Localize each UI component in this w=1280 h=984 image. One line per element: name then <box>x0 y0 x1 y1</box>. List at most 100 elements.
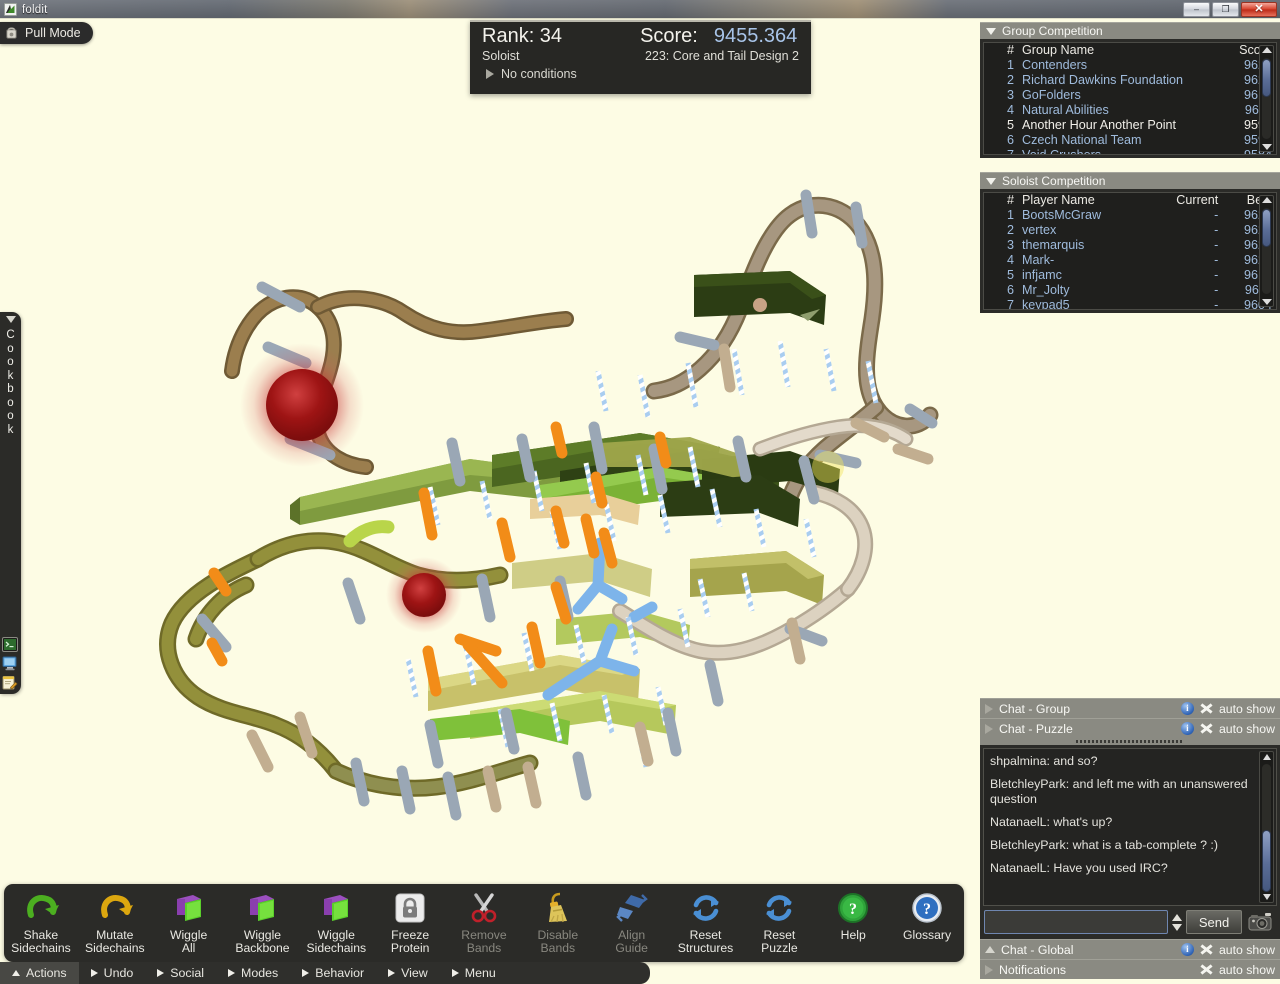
table-row[interactable]: 1Contenders9628 <box>984 58 1276 73</box>
table-row[interactable]: 7keypad5-9604 <box>984 298 1276 310</box>
table-row[interactable]: 3themarquis-9625 <box>984 238 1276 253</box>
row-current: - <box>1148 208 1223 223</box>
chat-history-stepper[interactable] <box>1172 914 1182 931</box>
menu-item-menu[interactable]: Menu <box>440 962 508 984</box>
soloist-competition-scrollbar[interactable] <box>1259 195 1274 307</box>
col-rank: # <box>984 193 1018 208</box>
scroll-up-icon[interactable] <box>1262 197 1272 203</box>
table-row[interactable]: 3GoFolders9613 <box>984 88 1276 103</box>
freeze-protein-button[interactable]: Freeze Protein <box>374 890 446 955</box>
tool-label: Glossary <box>903 929 951 942</box>
disable-bands-button[interactable]: Disable Bands <box>522 890 594 955</box>
wiggle-backbone-button[interactable]: Wiggle Backbone <box>226 890 298 955</box>
chevron-down-icon[interactable] <box>1172 924 1182 931</box>
chevron-up-icon <box>12 970 20 976</box>
chat-tab-global[interactable]: Chat - Global i auto show <box>980 939 1280 959</box>
menu-item-actions[interactable]: Actions <box>0 962 79 984</box>
tool-label: Disable Bands <box>538 929 579 955</box>
send-button[interactable]: Send <box>1186 910 1242 934</box>
mutate-sidechains-button[interactable]: Mutate Sidechains <box>79 890 151 955</box>
menu-item-social[interactable]: Social <box>145 962 216 984</box>
chat-input[interactable] <box>984 910 1168 934</box>
scroll-down-icon[interactable] <box>1263 894 1271 900</box>
chat-tab-puzzle[interactable]: Chat - Puzzle i auto show <box>980 718 1280 738</box>
auto-show-label[interactable]: auto show <box>1219 943 1275 957</box>
chevron-up-icon[interactable] <box>1172 914 1182 921</box>
menu-item-view[interactable]: View <box>376 962 440 984</box>
scroll-thumb[interactable] <box>1262 59 1271 97</box>
chevron-down-icon <box>986 28 996 35</box>
chat-user: BletchleyPark <box>990 838 1066 852</box>
menu-item-modes[interactable]: Modes <box>216 962 290 984</box>
chevron-down-icon[interactable] <box>6 316 16 323</box>
screen-icon[interactable] <box>2 656 18 671</box>
table-row[interactable]: 1BootsMcGraw-9628 <box>984 208 1276 223</box>
table-row[interactable]: 6Czech National Team9590 <box>984 133 1276 148</box>
auto-show-label[interactable]: auto show <box>1219 702 1275 716</box>
wiggle-all-button[interactable]: Wiggle All <box>153 890 225 955</box>
scroll-thumb[interactable] <box>1262 209 1271 247</box>
cookbook-letter: k <box>6 370 14 384</box>
minimize-button[interactable]: – <box>1183 2 1210 17</box>
chat-message: NatanaelL: what's up? <box>990 815 1270 830</box>
soloist-competition-header[interactable]: Soloist Competition <box>980 172 1280 189</box>
info-icon[interactable]: i <box>1181 702 1194 715</box>
group-competition-header[interactable]: Group Competition <box>980 22 1280 39</box>
close-icon[interactable] <box>1200 943 1213 956</box>
console-icon[interactable] <box>2 637 18 652</box>
chat-message-log[interactable]: shpalmina: and so? BletchleyPark: and le… <box>983 748 1277 906</box>
shake-sidechains-button[interactable]: Shake Sidechains <box>5 890 77 955</box>
cookbook-sidebar[interactable]: C o o k b o o k <box>0 312 21 694</box>
close-icon[interactable] <box>1200 722 1213 735</box>
maximize-button[interactable]: ❐ <box>1212 2 1239 17</box>
scroll-up-icon[interactable] <box>1263 754 1271 760</box>
reset-structures-button[interactable]: Reset Structures <box>670 890 742 955</box>
close-icon[interactable] <box>1200 702 1213 715</box>
soloist-competition-title: Soloist Competition <box>1002 174 1105 188</box>
menu-item-behavior[interactable]: Behavior <box>290 962 376 984</box>
auto-show-label[interactable]: auto show <box>1219 963 1275 977</box>
notepad-icon[interactable] <box>2 675 18 690</box>
table-row-highlighted[interactable]: 5Another Hour Another Point9596 <box>984 118 1276 133</box>
scroll-thumb[interactable] <box>1262 830 1271 892</box>
window-title-bar[interactable]: foldit – ❐ ✕ <box>0 0 1280 19</box>
table-row[interactable]: 6Mr_Jolty-9611 <box>984 283 1276 298</box>
tool-label-line1: Shake <box>24 928 59 942</box>
scroll-down-icon[interactable] <box>1262 299 1272 305</box>
table-row[interactable]: 7Void Crushers9584 <box>984 148 1276 155</box>
table-row[interactable]: 4Natural Abilities9611 <box>984 103 1276 118</box>
chat-resize-handle[interactable] <box>980 738 1280 745</box>
info-icon[interactable]: i <box>1181 722 1194 735</box>
table-row[interactable]: 4Mark--9624 <box>984 253 1276 268</box>
chat-input-row: Send <box>980 906 1280 939</box>
conditions-toggle[interactable]: No conditions <box>470 63 811 81</box>
menu-item-undo[interactable]: Undo <box>79 962 146 984</box>
glossary-button[interactable]: ? Glossary <box>891 890 963 942</box>
scroll-up-icon[interactable] <box>1262 47 1272 53</box>
reset-puzzle-button[interactable]: Reset Puzzle <box>743 890 815 955</box>
auto-show-label[interactable]: auto show <box>1219 722 1275 736</box>
table-row[interactable]: 2Richard Dawkins Foundation9627 <box>984 73 1276 88</box>
pull-mode-indicator[interactable]: Pull Mode <box>0 22 93 44</box>
align-guide-button[interactable]: Align Guide <box>596 890 668 955</box>
close-button[interactable]: ✕ <box>1241 2 1277 17</box>
screenshot-button[interactable] <box>1246 910 1276 934</box>
info-icon[interactable]: i <box>1181 943 1194 956</box>
group-competition-scrollbar[interactable] <box>1259 45 1274 152</box>
table-row[interactable]: 2vertex-9627 <box>984 223 1276 238</box>
wiggle-sidechains-button[interactable]: Wiggle Sidechains <box>300 890 372 955</box>
remove-bands-button[interactable]: Remove Bands <box>448 890 520 955</box>
help-button[interactable]: ? Help <box>817 890 889 942</box>
tool-label: Wiggle Backbone <box>235 929 289 955</box>
window-controls[interactable]: – ❐ ✕ <box>1183 2 1277 17</box>
close-icon[interactable] <box>1200 963 1213 976</box>
table-row[interactable]: 5infjamc-9613 <box>984 268 1276 283</box>
cookbook-letter: o <box>6 356 14 370</box>
reset-icon <box>689 890 723 926</box>
scroll-down-icon[interactable] <box>1262 144 1272 150</box>
score-value: 9455.364 <box>714 25 797 48</box>
chat-tab-group[interactable]: Chat - Group i auto show <box>980 698 1280 718</box>
chat-scrollbar[interactable] <box>1259 751 1274 903</box>
notifications-tab[interactable]: Notifications auto show <box>980 959 1280 979</box>
row-current: - <box>1148 298 1223 310</box>
